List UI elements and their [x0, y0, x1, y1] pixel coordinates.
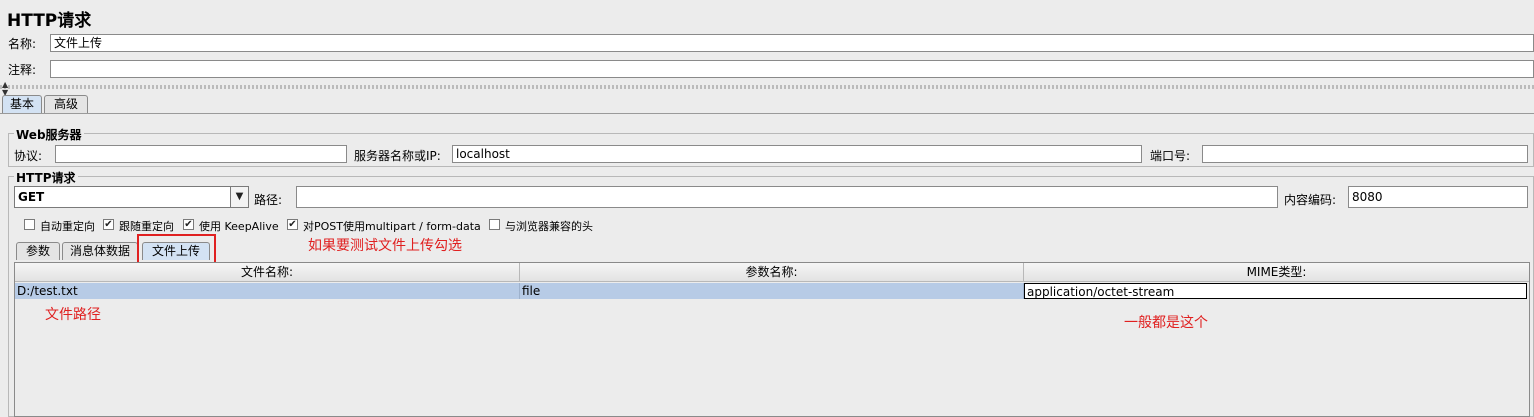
mime-hint-annotation: 一般都是这个 [1124, 315, 1208, 331]
tab-parameters[interactable]: 参数 [16, 242, 60, 260]
column-header-mime[interactable]: MIME类型: [1024, 263, 1529, 282]
cell-param-name[interactable]: file [520, 283, 1024, 299]
tab-strip-border [0, 113, 1534, 114]
file-path-annotation: 文件路径 [45, 307, 101, 323]
server-input[interactable]: localhost [452, 145, 1142, 163]
protocol-input[interactable] [55, 145, 347, 163]
auto-redirect-label: 自动重定向 [40, 220, 95, 233]
path-label: 路径: [254, 193, 283, 207]
browser-headers-label: 与浏览器兼容的头 [505, 220, 593, 233]
file-upload-table: 文件名称: 参数名称: MIME类型: D:/test.txt file app… [14, 262, 1530, 417]
method-value: GET [18, 190, 45, 204]
tab-advanced[interactable]: 高级 [44, 95, 88, 113]
name-input[interactable]: 文件上传 [50, 34, 1534, 52]
http-request-legend: HTTP请求 [14, 169, 78, 186]
method-select[interactable]: GET ▼ [14, 186, 249, 208]
encoding-input[interactable]: 8080 [1348, 186, 1528, 208]
web-server-legend: Web服务器 [14, 126, 84, 143]
port-label: 端口号: [1150, 149, 1191, 163]
protocol-label: 协议: [14, 149, 43, 163]
follow-redirect-label: 跟随重定向 [119, 220, 174, 233]
path-input[interactable] [296, 186, 1278, 208]
multipart-checkbox[interactable]: ✔ [287, 219, 298, 230]
port-input[interactable] [1202, 145, 1528, 163]
auto-redirect-checkbox[interactable] [24, 219, 35, 230]
chevron-down-icon[interactable]: ▼ [230, 187, 248, 207]
comment-input[interactable] [50, 60, 1534, 78]
cell-mime-type[interactable]: application/octet-stream [1024, 283, 1527, 299]
comment-label: 注释: [8, 63, 37, 77]
follow-redirect-checkbox[interactable]: ✔ [103, 219, 114, 230]
page-title: HTTP请求 [7, 11, 92, 31]
keepalive-checkbox[interactable]: ✔ [183, 219, 194, 230]
multipart-label: 对POST使用multipart / form-data [303, 220, 481, 233]
splitter-divider[interactable] [0, 85, 1534, 89]
tab-basic[interactable]: 基本 [2, 95, 42, 113]
encoding-label: 内容编码: [1284, 193, 1337, 207]
server-label: 服务器名称或IP: [354, 149, 441, 163]
upload-hint-annotation: 如果要测试文件上传勾选 [308, 238, 462, 254]
name-label: 名称: [8, 37, 37, 51]
cell-filename[interactable]: D:/test.txt [15, 283, 520, 299]
column-header-filename[interactable]: 文件名称: [15, 263, 520, 282]
tab-body-data[interactable]: 消息体数据 [62, 242, 138, 260]
browser-headers-checkbox[interactable] [489, 219, 500, 230]
column-header-param-name[interactable]: 参数名称: [520, 263, 1024, 282]
keepalive-label: 使用 KeepAlive [199, 220, 279, 233]
